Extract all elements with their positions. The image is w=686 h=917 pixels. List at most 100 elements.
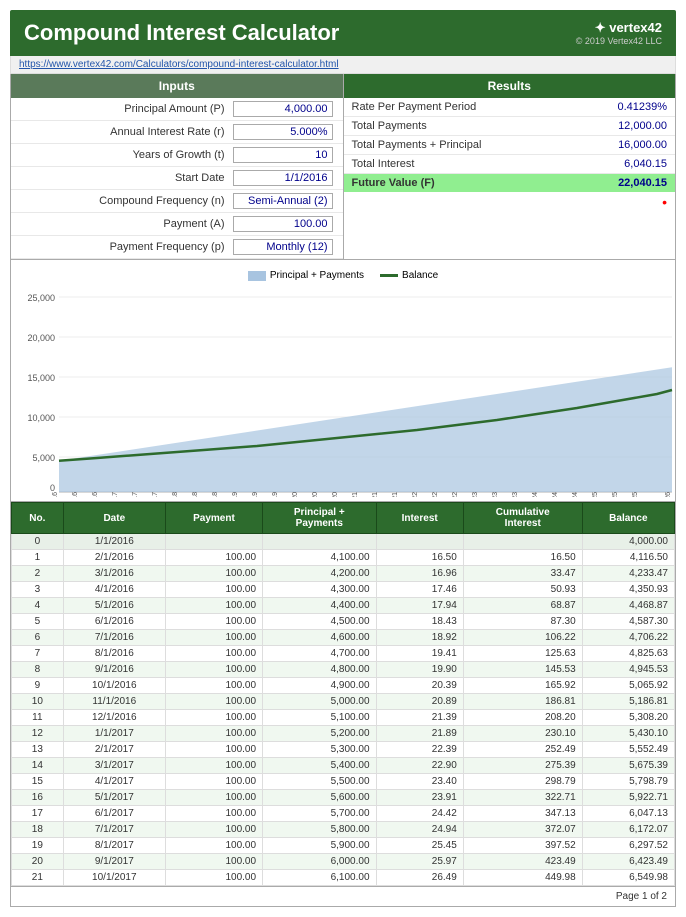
table-row: 910/1/2016100.004,900.0020.39165.925,065… [12,678,675,694]
page-footer: Page 1 of 2 [10,887,676,907]
table-cell: 21.89 [376,726,463,742]
result-row-0: Rate Per Payment Period 0.41239% [344,98,676,117]
table-row: 176/1/2017100.005,700.0024.42347.136,047… [12,806,675,822]
result-value-fv: 22,040.15 [587,177,667,189]
result-row-2: Total Payments + Principal 16,000.00 [344,136,676,155]
input-row-6: Payment Frequency (p) Monthly (12) [11,236,343,259]
table-cell: 4,233.47 [582,566,674,582]
table-cell: 165.92 [463,678,582,694]
table-cell: 13 [12,742,64,758]
svg-text:1/1/2024: 1/1/2024 [532,492,539,497]
table-cell: 4,100.00 [263,550,376,566]
table-cell: 24.42 [376,806,463,822]
input-value-3[interactable]: 1/1/2016 [233,170,333,186]
table-cell: 125.63 [463,646,582,662]
table-cell: 4,116.50 [582,550,674,566]
input-label-2: Years of Growth (t) [21,149,233,161]
table-cell: 50.93 [463,582,582,598]
table-cell: 23.40 [376,774,463,790]
col-header-payment: Payment [165,503,262,534]
table-cell: 5,922.71 [582,790,674,806]
result-row-1: Total Payments 12,000.00 [344,117,676,136]
table-cell: 100.00 [165,822,262,838]
input-label-6: Payment Frequency (p) [21,241,233,253]
table-row: 121/1/2017100.005,200.0021.89230.105,430… [12,726,675,742]
table-cell: 5,552.49 [582,742,674,758]
table-cell: 100.00 [165,550,262,566]
table-cell: 100.00 [165,742,262,758]
table-cell: 423.49 [463,854,582,870]
table-cell [165,534,262,550]
table-cell: 4,300.00 [263,582,376,598]
table-cell: 100.00 [165,662,262,678]
input-value-2[interactable]: 10 [233,147,333,163]
table-cell: 100.00 [165,854,262,870]
input-label-0: Principal Amount (P) [21,103,233,115]
table-row: 2110/1/2017100.006,100.0026.49449.986,54… [12,870,675,886]
table-cell: 4,600.00 [263,630,376,646]
svg-text:5/1/2019: 5/1/2019 [252,492,259,497]
table-cell: 17.46 [376,582,463,598]
url-link[interactable]: https://www.vertex42.com/Calculators/com… [19,59,339,70]
table-cell: 6,423.49 [582,854,674,870]
table-cell: 252.49 [463,742,582,758]
svg-text:9/1/2019: 9/1/2019 [272,492,279,497]
url-bar: https://www.vertex42.com/Calculators/com… [10,56,676,74]
result-label-1: Total Payments [352,120,588,132]
table-cell: 5,675.39 [582,758,674,774]
legend-box-principal [248,271,266,281]
table-cell: 6,000.00 [263,854,376,870]
svg-text:1/1/2016: 1/1/2016 [52,492,59,497]
table-cell: 100.00 [165,774,262,790]
svg-text:5/1/2021: 5/1/2021 [372,492,379,497]
table-cell: 20.39 [376,678,463,694]
input-value-0[interactable]: 4,000.00 [233,101,333,117]
input-value-4[interactable]: Semi-Annual (2) [233,193,333,209]
chart-legend: Principal + Payments Balance [17,270,669,281]
table-cell [263,534,376,550]
table-cell: 100.00 [165,710,262,726]
table-cell: 12 [12,726,64,742]
legend-item-principal: Principal + Payments [248,270,364,281]
table-cell: 14 [12,758,64,774]
table-cell: 1 [12,550,64,566]
table-cell: 106.22 [463,630,582,646]
result-row-future-value: Future Value (F) 22,040.15 [344,174,676,192]
table-cell: 16.96 [376,566,463,582]
chart-area: Principal + Payments Balance 25,000 20,0… [10,260,676,502]
svg-text:25,000: 25,000 [27,293,55,303]
table-cell [376,534,463,550]
svg-text:1/1/2017: 1/1/2017 [112,492,119,497]
table-cell: 10/1/2017 [63,870,165,886]
table-cell: 5,200.00 [263,726,376,742]
input-value-5[interactable]: 100.00 [233,216,333,232]
red-dot: • [662,194,667,210]
table-cell [463,534,582,550]
table-cell: 12/1/2016 [63,710,165,726]
result-label-fv: Future Value (F) [352,177,588,189]
table-cell: 22.39 [376,742,463,758]
input-value-6[interactable]: Monthly (12) [233,239,333,255]
table-row: 209/1/2017100.006,000.0025.97423.496,423… [12,854,675,870]
table-cell: 8 [12,662,64,678]
input-value-1[interactable]: 5.000% [233,124,333,140]
table-cell: 100.00 [165,614,262,630]
table-cell: 11 [12,710,64,726]
table-cell: 11/1/2016 [63,694,165,710]
table-cell: 5,798.79 [582,774,674,790]
input-label-3: Start Date [21,172,233,184]
table-cell: 10/1/2016 [63,678,165,694]
table-section: No. Date Payment Principal +Payments Int… [10,502,676,887]
table-cell: 4,900.00 [263,678,376,694]
table-cell: 33.47 [463,566,582,582]
table-cell: 19.41 [376,646,463,662]
dot-row: • [344,192,676,212]
table-cell: 372.07 [463,822,582,838]
table-cell: 17 [12,806,64,822]
table-cell: 17.94 [376,598,463,614]
svg-text:9/1/2017: 9/1/2017 [152,492,159,497]
table-cell: 4 [12,598,64,614]
input-label-1: Annual Interest Rate (r) [21,126,233,138]
table-cell: 100.00 [165,726,262,742]
input-row-1: Annual Interest Rate (r) 5.000% [11,121,343,144]
